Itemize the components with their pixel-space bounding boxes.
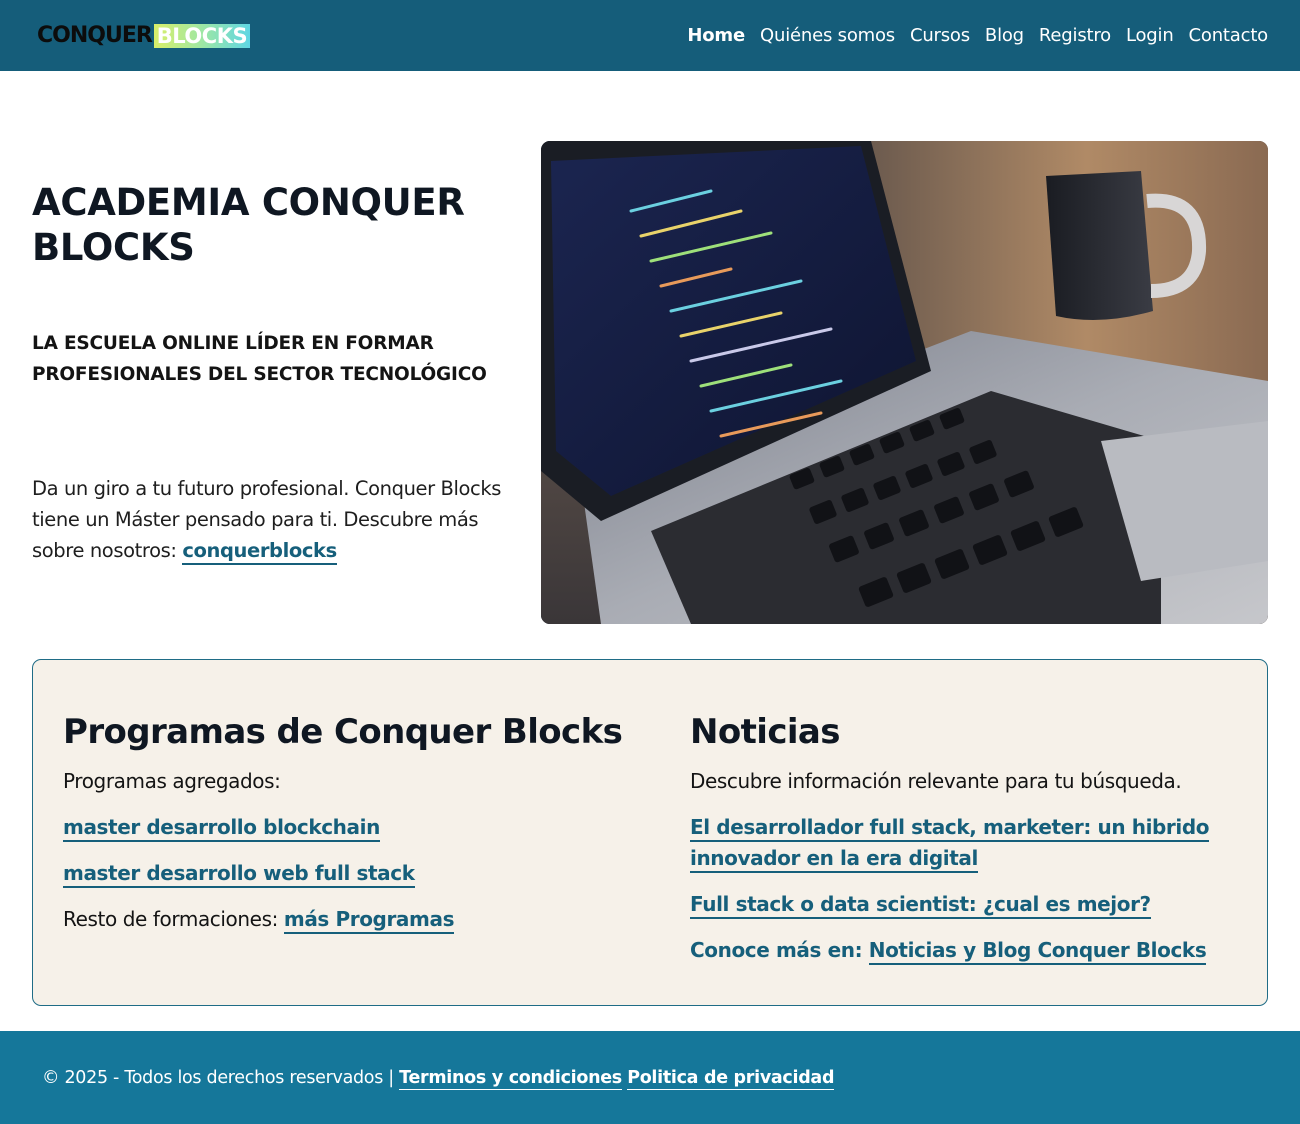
privacy-link[interactable]: Politica de privacidad xyxy=(627,1067,834,1090)
list-item: El desarrollador full stack, marketer: u… xyxy=(690,812,1250,874)
programs-rest-prefix: Resto de formaciones: xyxy=(63,907,284,931)
footer-text: © 2025 - Todos los derechos reservados |… xyxy=(42,1067,834,1090)
hero-subtitle: LA ESCUELA ONLINE LÍDER EN FORMAR PROFES… xyxy=(32,333,487,385)
programs-heading: Programas de Conquer Blocks xyxy=(63,712,623,752)
programs-section: Programas de Conquer Blocks Programas ag… xyxy=(63,710,663,950)
news-blog-link[interactable]: Noticias y Blog Conquer Blocks xyxy=(868,938,1207,965)
program-link-web-full-stack[interactable]: master desarrollo web full stack xyxy=(63,861,415,888)
nav-item-registro[interactable]: Registro xyxy=(1039,25,1111,46)
nav-item-contacto[interactable]: Contacto xyxy=(1189,25,1269,46)
list-item: master desarrollo web full stack xyxy=(63,858,663,889)
logo-blocks-text: BLOCKS xyxy=(153,23,251,48)
more-programs-link[interactable]: más Programas xyxy=(283,907,454,934)
program-link-blockchain[interactable]: master desarrollo blockchain xyxy=(63,815,380,842)
site-footer: © 2025 - Todos los derechos reservados |… xyxy=(0,1031,1300,1124)
hero-title: ACADEMIA CONQUER BLOCKS xyxy=(32,181,465,269)
nav-item-cursos[interactable]: Cursos xyxy=(910,25,970,46)
hero-description: Da un giro a tu futuro profesional. Conq… xyxy=(32,473,527,566)
news-more-prefix: Conoce más en: xyxy=(690,938,869,962)
list-item: master desarrollo blockchain xyxy=(63,812,663,843)
list-item: Conoce más en: Noticias y Blog Conquer B… xyxy=(690,935,1250,966)
conquerblocks-link[interactable]: conquerblocks xyxy=(182,539,337,565)
nav-item-quienes-somos[interactable]: Quiénes somos xyxy=(760,25,895,46)
nav-item-blog[interactable]: Blog xyxy=(985,25,1024,46)
news-link-full-stack-vs-data-scientist[interactable]: Full stack o data scientist: ¿cual es me… xyxy=(690,892,1151,919)
site-header: CONQUER BLOCKS Home Quiénes somos Cursos… xyxy=(0,0,1300,71)
laptop-code-image xyxy=(541,141,1268,624)
logo-conquer-text: CONQUER xyxy=(37,22,153,48)
list-item: Resto de formaciones: más Programas xyxy=(63,904,663,935)
news-intro: Descubre información relevante para tu b… xyxy=(690,769,1182,793)
list-item: Full stack o data scientist: ¿cual es me… xyxy=(690,889,1250,920)
main-nav: Home Quiénes somos Cursos Blog Registro … xyxy=(687,25,1268,46)
news-link-full-stack-marketer[interactable]: El desarrollador full stack, marketer: u… xyxy=(690,815,1210,873)
news-section: Noticias Descubre información relevante … xyxy=(690,710,1250,981)
news-heading: Noticias xyxy=(690,712,841,752)
laptop-illustration xyxy=(541,141,1268,624)
copyright-text: © 2025 - Todos los derechos reservados | xyxy=(42,1067,400,1088)
terms-link[interactable]: Terminos y condiciones xyxy=(399,1067,622,1090)
programs-intro: Programas agregados: xyxy=(63,769,281,793)
content-card: Programas de Conquer Blocks Programas ag… xyxy=(32,659,1268,1006)
nav-item-home[interactable]: Home xyxy=(687,25,745,46)
site-logo[interactable]: CONQUER BLOCKS xyxy=(37,22,251,49)
nav-item-login[interactable]: Login xyxy=(1126,25,1174,46)
